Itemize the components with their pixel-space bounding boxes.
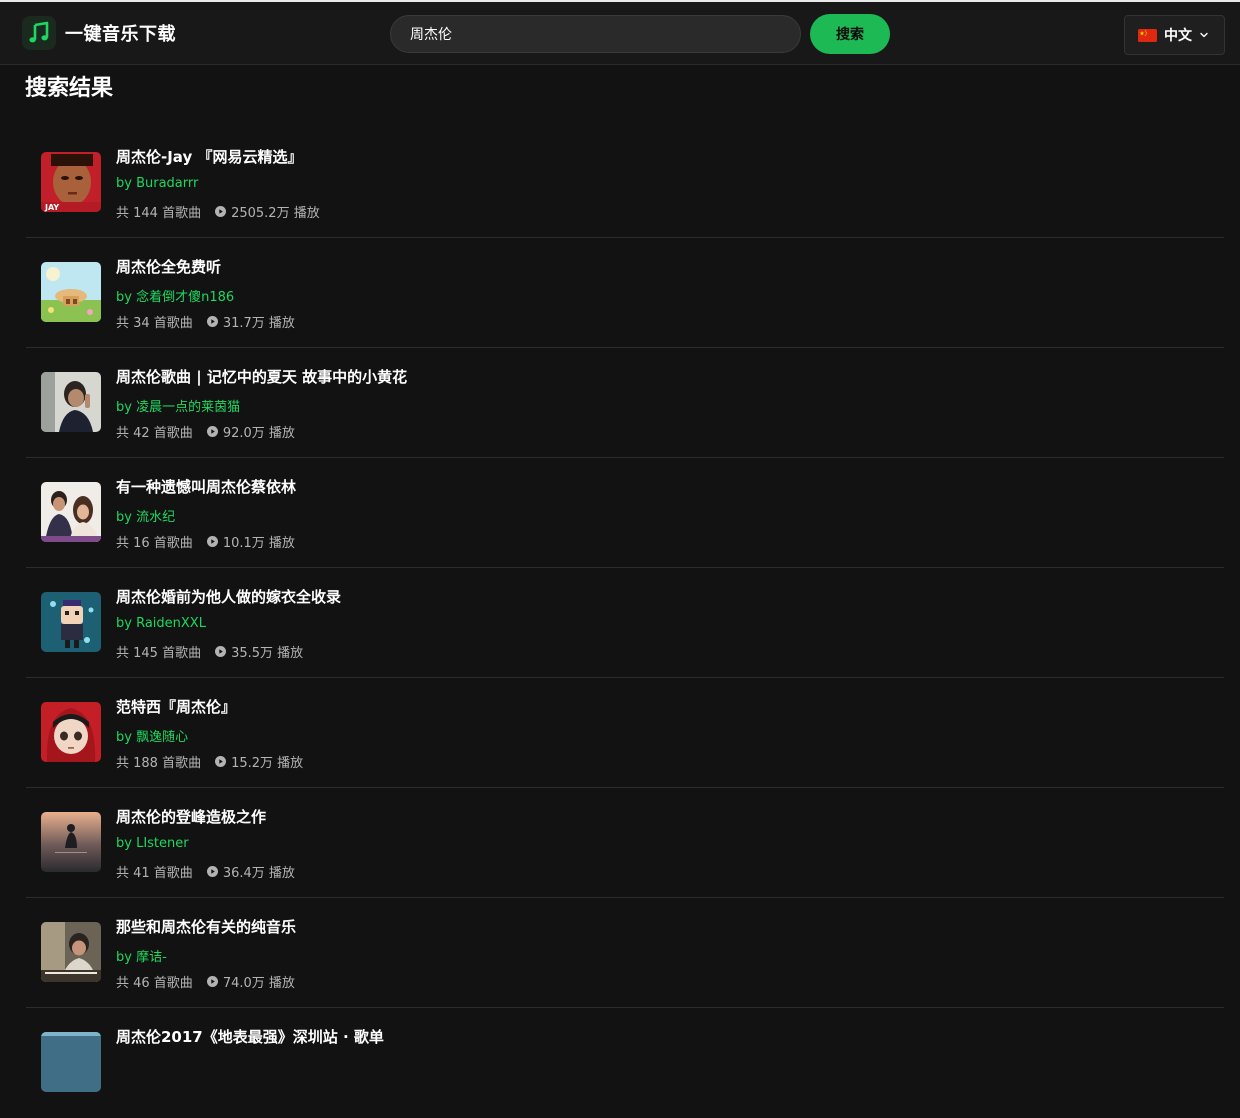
playlist-title: 周杰伦2017《地表最强》深圳站 · 歌单	[116, 1028, 384, 1046]
playlist-meta: 共 46 首歌曲 74.0万 播放	[116, 972, 295, 991]
playlist-row[interactable]: 周杰伦2017《地表最强》深圳站 · 歌单	[26, 1008, 1224, 1118]
play-count: 36.4万 播放	[222, 866, 295, 881]
play-count: 10.1万 播放	[222, 536, 295, 551]
play-count: 74.0万 播放	[222, 976, 295, 991]
song-count: 共 42 首歌曲	[116, 426, 193, 441]
playlist-cover	[41, 922, 101, 982]
play-count: 35.5万 播放	[231, 646, 304, 661]
playlist-author[interactable]: by 飘逸随心	[116, 726, 188, 745]
playlist-author[interactable]: by RaidenXXL	[116, 616, 206, 631]
playlist-author[interactable]: by 念着倒才傻n186	[116, 286, 234, 305]
playlist-cover	[41, 592, 101, 652]
playlist-row[interactable]: JAY 周杰伦-Jay 『网易云精选』 by Buradarrr 共 144 首…	[26, 128, 1224, 238]
song-count: 共 16 首歌曲	[116, 536, 193, 551]
song-count: 共 41 首歌曲	[116, 866, 193, 881]
playlist-author[interactable]: by 凌晨一点的莱茵猫	[116, 396, 240, 415]
playlist-author[interactable]: by LIstener	[116, 836, 189, 851]
song-count: 共 144 首歌曲	[116, 206, 202, 221]
playlist-author[interactable]: by 摩诘-	[116, 946, 167, 965]
playlist-title: 周杰伦婚前为他人做的嫁衣全收录	[116, 588, 342, 606]
playlist-row[interactable]: 有一种遗憾叫周杰伦蔡依林 by 流水纪 共 16 首歌曲 10.1万 播放	[26, 458, 1224, 568]
playlist-author[interactable]: by Buradarrr	[116, 176, 198, 191]
play-circle-icon	[206, 316, 218, 327]
playlist-row[interactable]: 周杰伦婚前为他人做的嫁衣全收录 by RaidenXXL 共 145 首歌曲 3…	[26, 568, 1224, 678]
playlist-title: 有一种遗憾叫周杰伦蔡依林	[116, 478, 297, 496]
playlist-title: 周杰伦歌曲 | 记忆中的夏天 故事中的小黄花	[116, 368, 408, 386]
playlist-title: 周杰伦的登峰造极之作	[116, 808, 267, 826]
results-list: JAY 周杰伦-Jay 『网易云精选』 by Buradarrr 共 144 首…	[26, 128, 1224, 1118]
playlist-row[interactable]: 周杰伦歌曲 | 记忆中的夏天 故事中的小黄花 by 凌晨一点的莱茵猫 共 42 …	[26, 348, 1224, 458]
playlist-title: 周杰伦全免费听	[116, 258, 222, 276]
playlist-meta: 共 42 首歌曲 92.0万 播放	[116, 422, 295, 441]
china-flag-icon	[1138, 28, 1157, 42]
playlist-cover	[41, 812, 101, 872]
playlist-title: 范特西『周杰伦』	[116, 698, 237, 716]
search-input[interactable]	[390, 15, 801, 53]
top-bar: 一键音乐下载 搜索 中文	[0, 2, 1240, 65]
playlist-meta: 共 144 首歌曲 2505.2万 播放	[116, 202, 320, 221]
playlist-meta: 共 41 首歌曲 36.4万 播放	[116, 862, 295, 881]
playlist-cover	[41, 262, 101, 322]
play-count: 2505.2万 播放	[231, 206, 320, 221]
playlist-cover	[41, 1032, 101, 1092]
playlist-title: 那些和周杰伦有关的纯音乐	[116, 918, 297, 936]
play-count: 31.7万 播放	[222, 316, 295, 331]
song-count: 共 145 首歌曲	[116, 646, 202, 661]
play-count: 92.0万 播放	[222, 426, 295, 441]
play-circle-icon	[206, 976, 218, 987]
svg-text:JAY: JAY	[44, 203, 59, 212]
app-title: 一键音乐下载	[65, 24, 176, 45]
playlist-meta: 共 34 首歌曲 31.7万 播放	[116, 312, 295, 331]
playlist-row[interactable]: 那些和周杰伦有关的纯音乐 by 摩诘- 共 46 首歌曲 74.0万 播放	[26, 898, 1224, 1008]
play-count: 15.2万 播放	[231, 756, 304, 771]
playlist-author[interactable]: by 流水纪	[116, 506, 175, 525]
search-button[interactable]: 搜索	[810, 14, 890, 54]
playlist-meta: 共 16 首歌曲 10.1万 播放	[116, 532, 295, 551]
music-note-icon	[22, 16, 56, 50]
chevron-down-icon	[1200, 32, 1208, 38]
playlist-row[interactable]: 周杰伦全免费听 by 念着倒才傻n186 共 34 首歌曲 31.7万 播放	[26, 238, 1224, 348]
playlist-cover	[41, 482, 101, 542]
playlist-title: 周杰伦-Jay 『网易云精选』	[116, 148, 303, 166]
song-count: 共 188 首歌曲	[116, 756, 202, 771]
play-circle-icon	[206, 536, 218, 547]
playlist-row[interactable]: 周杰伦的登峰造极之作 by LIstener 共 41 首歌曲 36.4万 播放	[26, 788, 1224, 898]
playlist-meta: 共 188 首歌曲 15.2万 播放	[116, 752, 303, 771]
playlist-row[interactable]: 范特西『周杰伦』 by 飘逸随心 共 188 首歌曲 15.2万 播放	[26, 678, 1224, 788]
playlist-cover: JAY	[41, 152, 101, 212]
language-select[interactable]: 中文	[1124, 15, 1225, 55]
play-circle-icon	[215, 756, 227, 767]
song-count: 共 46 首歌曲	[116, 976, 193, 991]
play-circle-icon	[206, 426, 218, 437]
playlist-cover	[41, 372, 101, 432]
play-circle-icon	[215, 646, 227, 657]
language-label: 中文	[1164, 28, 1192, 44]
playlist-meta: 共 145 首歌曲 35.5万 播放	[116, 642, 303, 661]
page-title: 搜索结果	[25, 76, 114, 101]
play-circle-icon	[215, 206, 227, 217]
playlist-cover	[41, 702, 101, 762]
song-count: 共 34 首歌曲	[116, 316, 193, 331]
play-circle-icon	[206, 866, 218, 877]
